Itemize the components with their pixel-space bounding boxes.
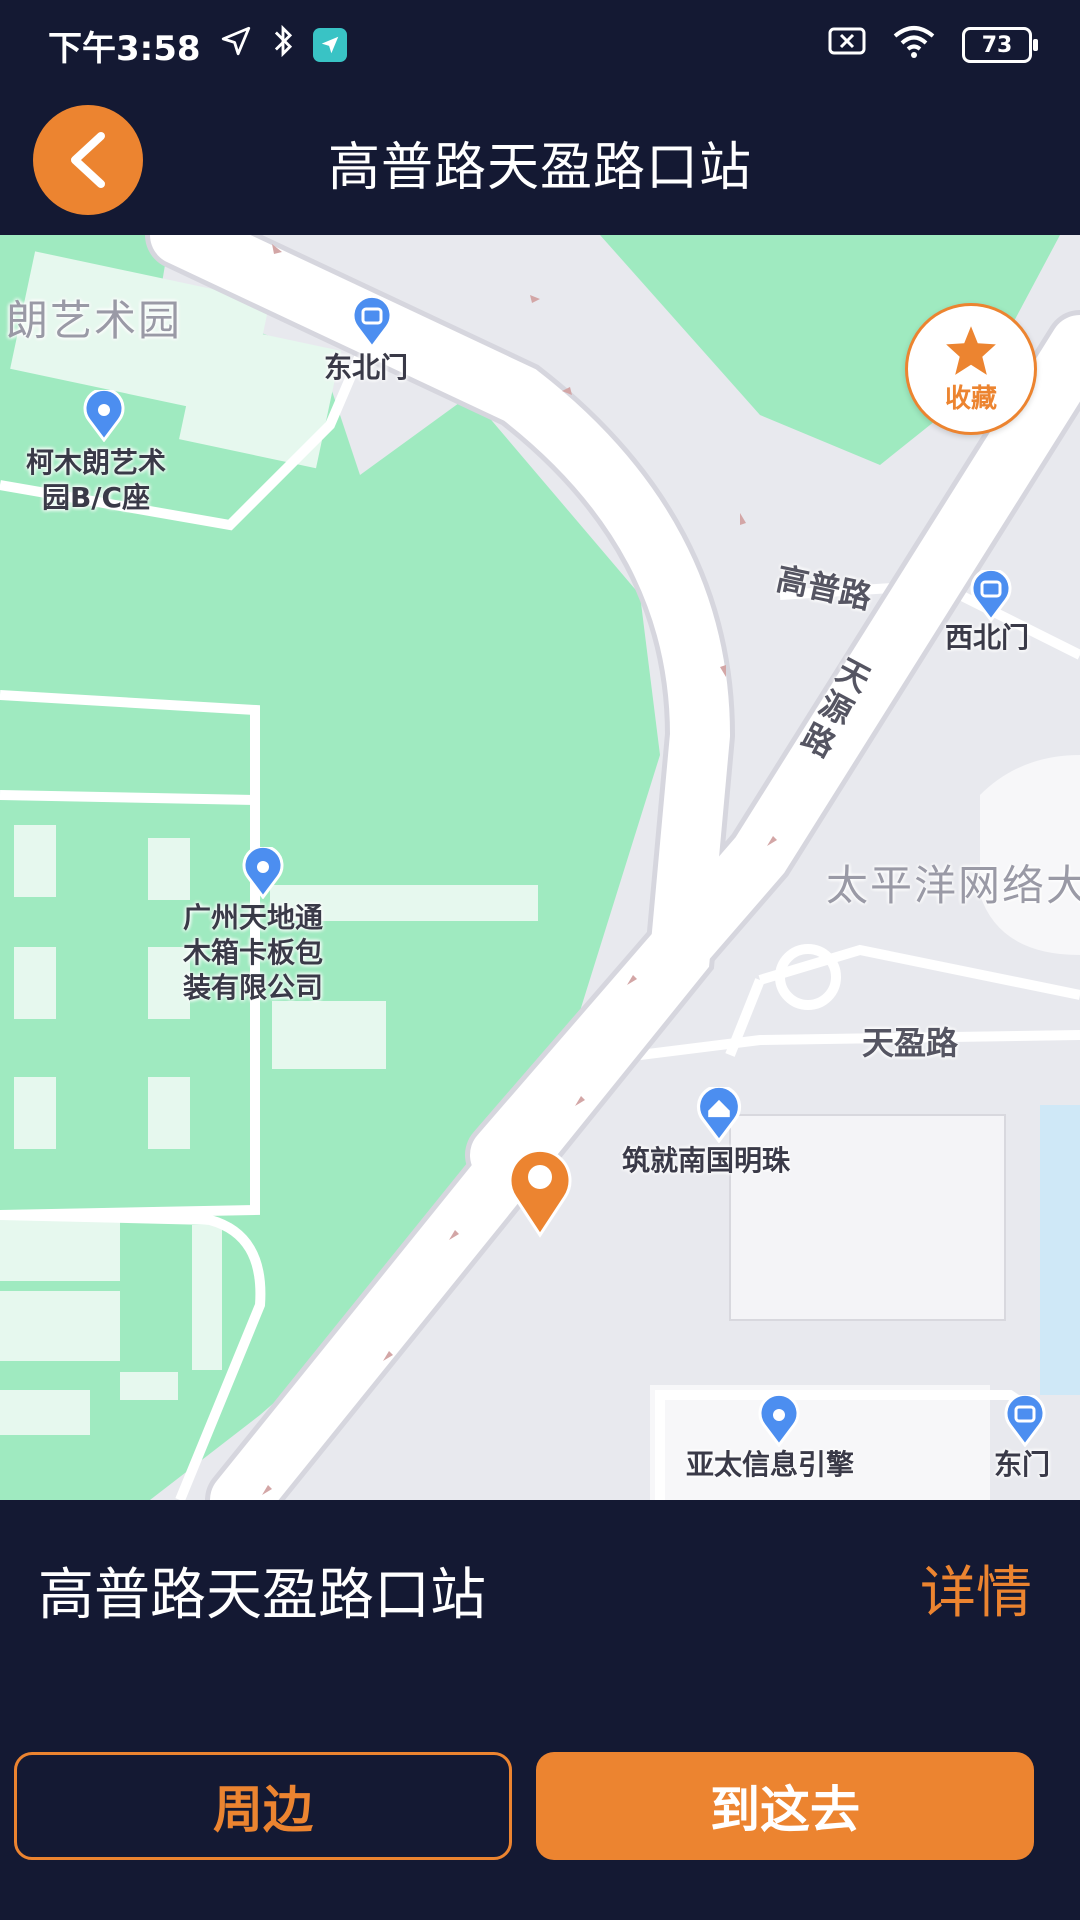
station-info-panel: 高普路天盈路口站 详情 周边 到这去 <box>0 1500 1080 1920</box>
battery-level: 73 <box>981 32 1013 58</box>
map-label-kemulang: 柯木朗艺术 园B/C座 <box>26 446 167 514</box>
wifi-icon <box>892 24 936 67</box>
chevron-left-icon <box>71 132 105 188</box>
transit-pin-icon[interactable] <box>970 570 1012 622</box>
location-pin-icon[interactable] <box>758 1395 800 1447</box>
nearby-button[interactable]: 周边 <box>14 1752 512 1860</box>
favorite-label: 收藏 <box>944 383 997 414</box>
location-pin-icon[interactable] <box>242 847 284 899</box>
map-view[interactable]: 朗艺术园 东北门 柯木朗艺术 园B/C座 高普路 西北门 天源路 太平洋网络大 … <box>0 235 1080 1500</box>
location-arrow-icon <box>219 24 253 67</box>
transit-pin-icon[interactable] <box>1004 1395 1046 1447</box>
map-label-tianying-road: 天盈路 <box>862 1024 959 1062</box>
star-icon <box>946 325 996 375</box>
battery-icon: 73 <box>962 27 1038 63</box>
map-label-yatai: 亚太信息引擎 <box>686 1448 855 1481</box>
station-name: 高普路天盈路口站 <box>38 1563 486 1628</box>
status-bar: 下午3:58 73 <box>0 0 1080 90</box>
map-label-pacific: 太平洋网络大 <box>826 861 1080 910</box>
transit-pin-icon[interactable] <box>351 297 393 349</box>
map-label-tiandi-company: 广州天地通 木箱卡板包 装有限公司 <box>183 901 324 1004</box>
details-link[interactable]: 详情 <box>920 1548 1032 1629</box>
map-label-east-gate: 东门 <box>994 1448 1051 1481</box>
bluetooth-icon <box>271 24 295 67</box>
go-here-button[interactable]: 到这去 <box>536 1752 1034 1860</box>
page-title: 高普路天盈路口站 <box>327 138 752 198</box>
navigation-app-icon <box>312 28 347 62</box>
map-label-northeast-gate: 东北门 <box>324 351 409 384</box>
status-time: 下午3:58 <box>48 28 201 69</box>
favorite-button[interactable]: 收藏 <box>905 303 1037 435</box>
selected-station-pin-icon[interactable] <box>507 1145 573 1239</box>
map-label-northwest-gate: 西北门 <box>945 621 1030 654</box>
residence-pin-icon[interactable] <box>696 1087 742 1143</box>
location-pin-icon[interactable] <box>83 390 125 442</box>
sim-off-icon <box>828 25 866 65</box>
title-bar: 高普路天盈路口站 <box>0 90 1080 235</box>
back-button[interactable] <box>33 105 143 215</box>
map-label-park: 朗艺术园 <box>6 296 183 345</box>
map-label-zhujiu-mingzhu: 筑就南国明珠 <box>622 1144 791 1177</box>
